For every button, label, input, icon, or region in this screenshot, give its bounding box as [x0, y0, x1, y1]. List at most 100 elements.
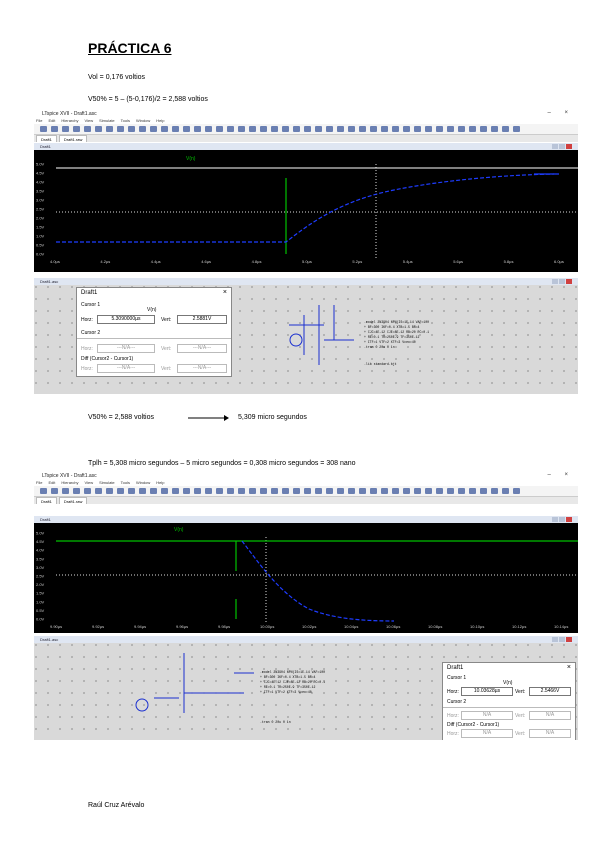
schematic-window-controls[interactable] [551, 279, 575, 284]
toolbar[interactable] [34, 124, 578, 135]
toolbar-icon[interactable] [469, 126, 476, 132]
toolbar-icon[interactable] [458, 488, 465, 494]
toolbar-icon[interactable] [172, 126, 179, 132]
toolbar-icon[interactable] [249, 126, 256, 132]
vert-value[interactable]: 2.5881V [177, 315, 227, 324]
toolbar-icon[interactable] [502, 126, 509, 132]
plot-window-controls[interactable] [551, 144, 575, 149]
toolbar-icon[interactable] [95, 488, 102, 494]
toolbar-icon[interactable] [491, 126, 498, 132]
toolbar-icon[interactable] [381, 488, 388, 494]
toolbar-icon[interactable] [150, 126, 157, 132]
toolbar-icon[interactable] [150, 488, 157, 494]
toolbar-icon[interactable] [117, 488, 124, 494]
vert-value[interactable]: 2.5466V [529, 687, 571, 696]
plot-window-controls[interactable] [551, 517, 575, 522]
tab-draft1-raw[interactable]: Draft1.raw [58, 135, 88, 142]
toolbar-icon[interactable] [392, 488, 399, 494]
toolbar-icon[interactable] [348, 488, 355, 494]
toolbar-icon[interactable] [73, 488, 80, 494]
toolbar-icon[interactable] [51, 488, 58, 494]
toolbar-icon[interactable] [414, 126, 421, 132]
toolbar-icon[interactable] [139, 126, 146, 132]
toolbar-icon[interactable] [414, 488, 421, 494]
toolbar-icon[interactable] [172, 488, 179, 494]
close-icon[interactable]: × [223, 289, 227, 296]
toolbar-icon[interactable] [260, 126, 267, 132]
toolbar-icon[interactable] [293, 126, 300, 132]
toolbar-icon[interactable] [315, 488, 322, 494]
toolbar-icon[interactable] [194, 126, 201, 132]
toolbar-icon[interactable] [458, 126, 465, 132]
toolbar-icon[interactable] [183, 488, 190, 494]
toolbar-icon[interactable] [106, 126, 113, 132]
toolbar-icon[interactable] [84, 126, 91, 132]
toolbar-icon[interactable] [216, 126, 223, 132]
horz-value[interactable]: 5.3090000µs [97, 315, 155, 324]
toolbar-icon[interactable] [370, 126, 377, 132]
toolbar-icon[interactable] [62, 126, 69, 132]
toolbar-icon[interactable] [161, 488, 168, 494]
toolbar-icon[interactable] [238, 126, 245, 132]
toolbar-icon[interactable] [359, 126, 366, 132]
window-controls[interactable]: – × [547, 110, 574, 116]
toolbar-icon[interactable] [51, 126, 58, 132]
toolbar-icon[interactable] [293, 488, 300, 494]
toolbar-icon[interactable] [282, 126, 289, 132]
toolbar-icon[interactable] [513, 488, 520, 494]
toolbar-icon[interactable] [304, 488, 311, 494]
toolbar-icon[interactable] [326, 126, 333, 132]
toolbar-icon[interactable] [326, 488, 333, 494]
tab-draft1[interactable]: Draft1 [36, 135, 57, 142]
toolbar-icon[interactable] [139, 488, 146, 494]
toolbar-icon[interactable] [282, 488, 289, 494]
toolbar-icon[interactable] [436, 488, 443, 494]
toolbar-icon[interactable] [40, 488, 47, 494]
toolbar-icon[interactable] [271, 126, 278, 132]
close-icon[interactable]: × [567, 664, 571, 671]
toolbar-icon[interactable] [205, 488, 212, 494]
toolbar-icon[interactable] [260, 488, 267, 494]
toolbar-icon[interactable] [370, 488, 377, 494]
toolbar-icon[interactable] [106, 488, 113, 494]
toolbar-icon[interactable] [205, 126, 212, 132]
waveform-plot[interactable]: V(n) 5.0V 4.5V 4.0V 3.5V 3.0V 2.5V 2.0V 1.5V 1.0… [34, 523, 578, 633]
schematic-window-controls[interactable] [551, 637, 575, 642]
toolbar-icon[interactable] [359, 488, 366, 494]
toolbar-icon[interactable] [381, 126, 388, 132]
toolbar-icon[interactable] [62, 488, 69, 494]
toolbar-icon[interactable] [227, 126, 234, 132]
toolbar-icon[interactable] [84, 488, 91, 494]
toolbar-icon[interactable] [447, 126, 454, 132]
toolbar-icon[interactable] [513, 126, 520, 132]
toolbar-icon[interactable] [95, 126, 102, 132]
toolbar-icon[interactable] [425, 126, 432, 132]
toolbar-icon[interactable] [249, 488, 256, 494]
toolbar-icon[interactable] [447, 488, 454, 494]
toolbar-icon[interactable] [161, 126, 168, 132]
toolbar-icon[interactable] [425, 488, 432, 494]
toolbar[interactable] [34, 486, 578, 497]
toolbar-icon[interactable] [348, 126, 355, 132]
waveform-plot[interactable]: V(n) 5.0V 4.5V 4.0V 3.5V 3.0V 2.5V 2.0V 1.5V 1.0… [34, 150, 578, 272]
horz-value[interactable]: 10.03628µs [461, 687, 513, 696]
toolbar-icon[interactable] [502, 488, 509, 494]
tab-bar[interactable]: Draft1 Draft1.raw [34, 135, 578, 142]
toolbar-icon[interactable] [436, 126, 443, 132]
toolbar-icon[interactable] [403, 488, 410, 494]
toolbar-icon[interactable] [183, 126, 190, 132]
toolbar-icon[interactable] [337, 126, 344, 132]
toolbar-icon[interactable] [227, 488, 234, 494]
toolbar-icon[interactable] [271, 488, 278, 494]
tab-draft1-raw[interactable]: Draft1.raw [58, 497, 88, 504]
toolbar-icon[interactable] [403, 126, 410, 132]
toolbar-icon[interactable] [117, 126, 124, 132]
toolbar-icon[interactable] [40, 126, 47, 132]
toolbar-icon[interactable] [392, 126, 399, 132]
toolbar-icon[interactable] [480, 488, 487, 494]
toolbar-icon[interactable] [128, 126, 135, 132]
toolbar-icon[interactable] [469, 488, 476, 494]
toolbar-icon[interactable] [491, 488, 498, 494]
toolbar-icon[interactable] [304, 126, 311, 132]
window-controls[interactable]: – × [547, 472, 574, 478]
